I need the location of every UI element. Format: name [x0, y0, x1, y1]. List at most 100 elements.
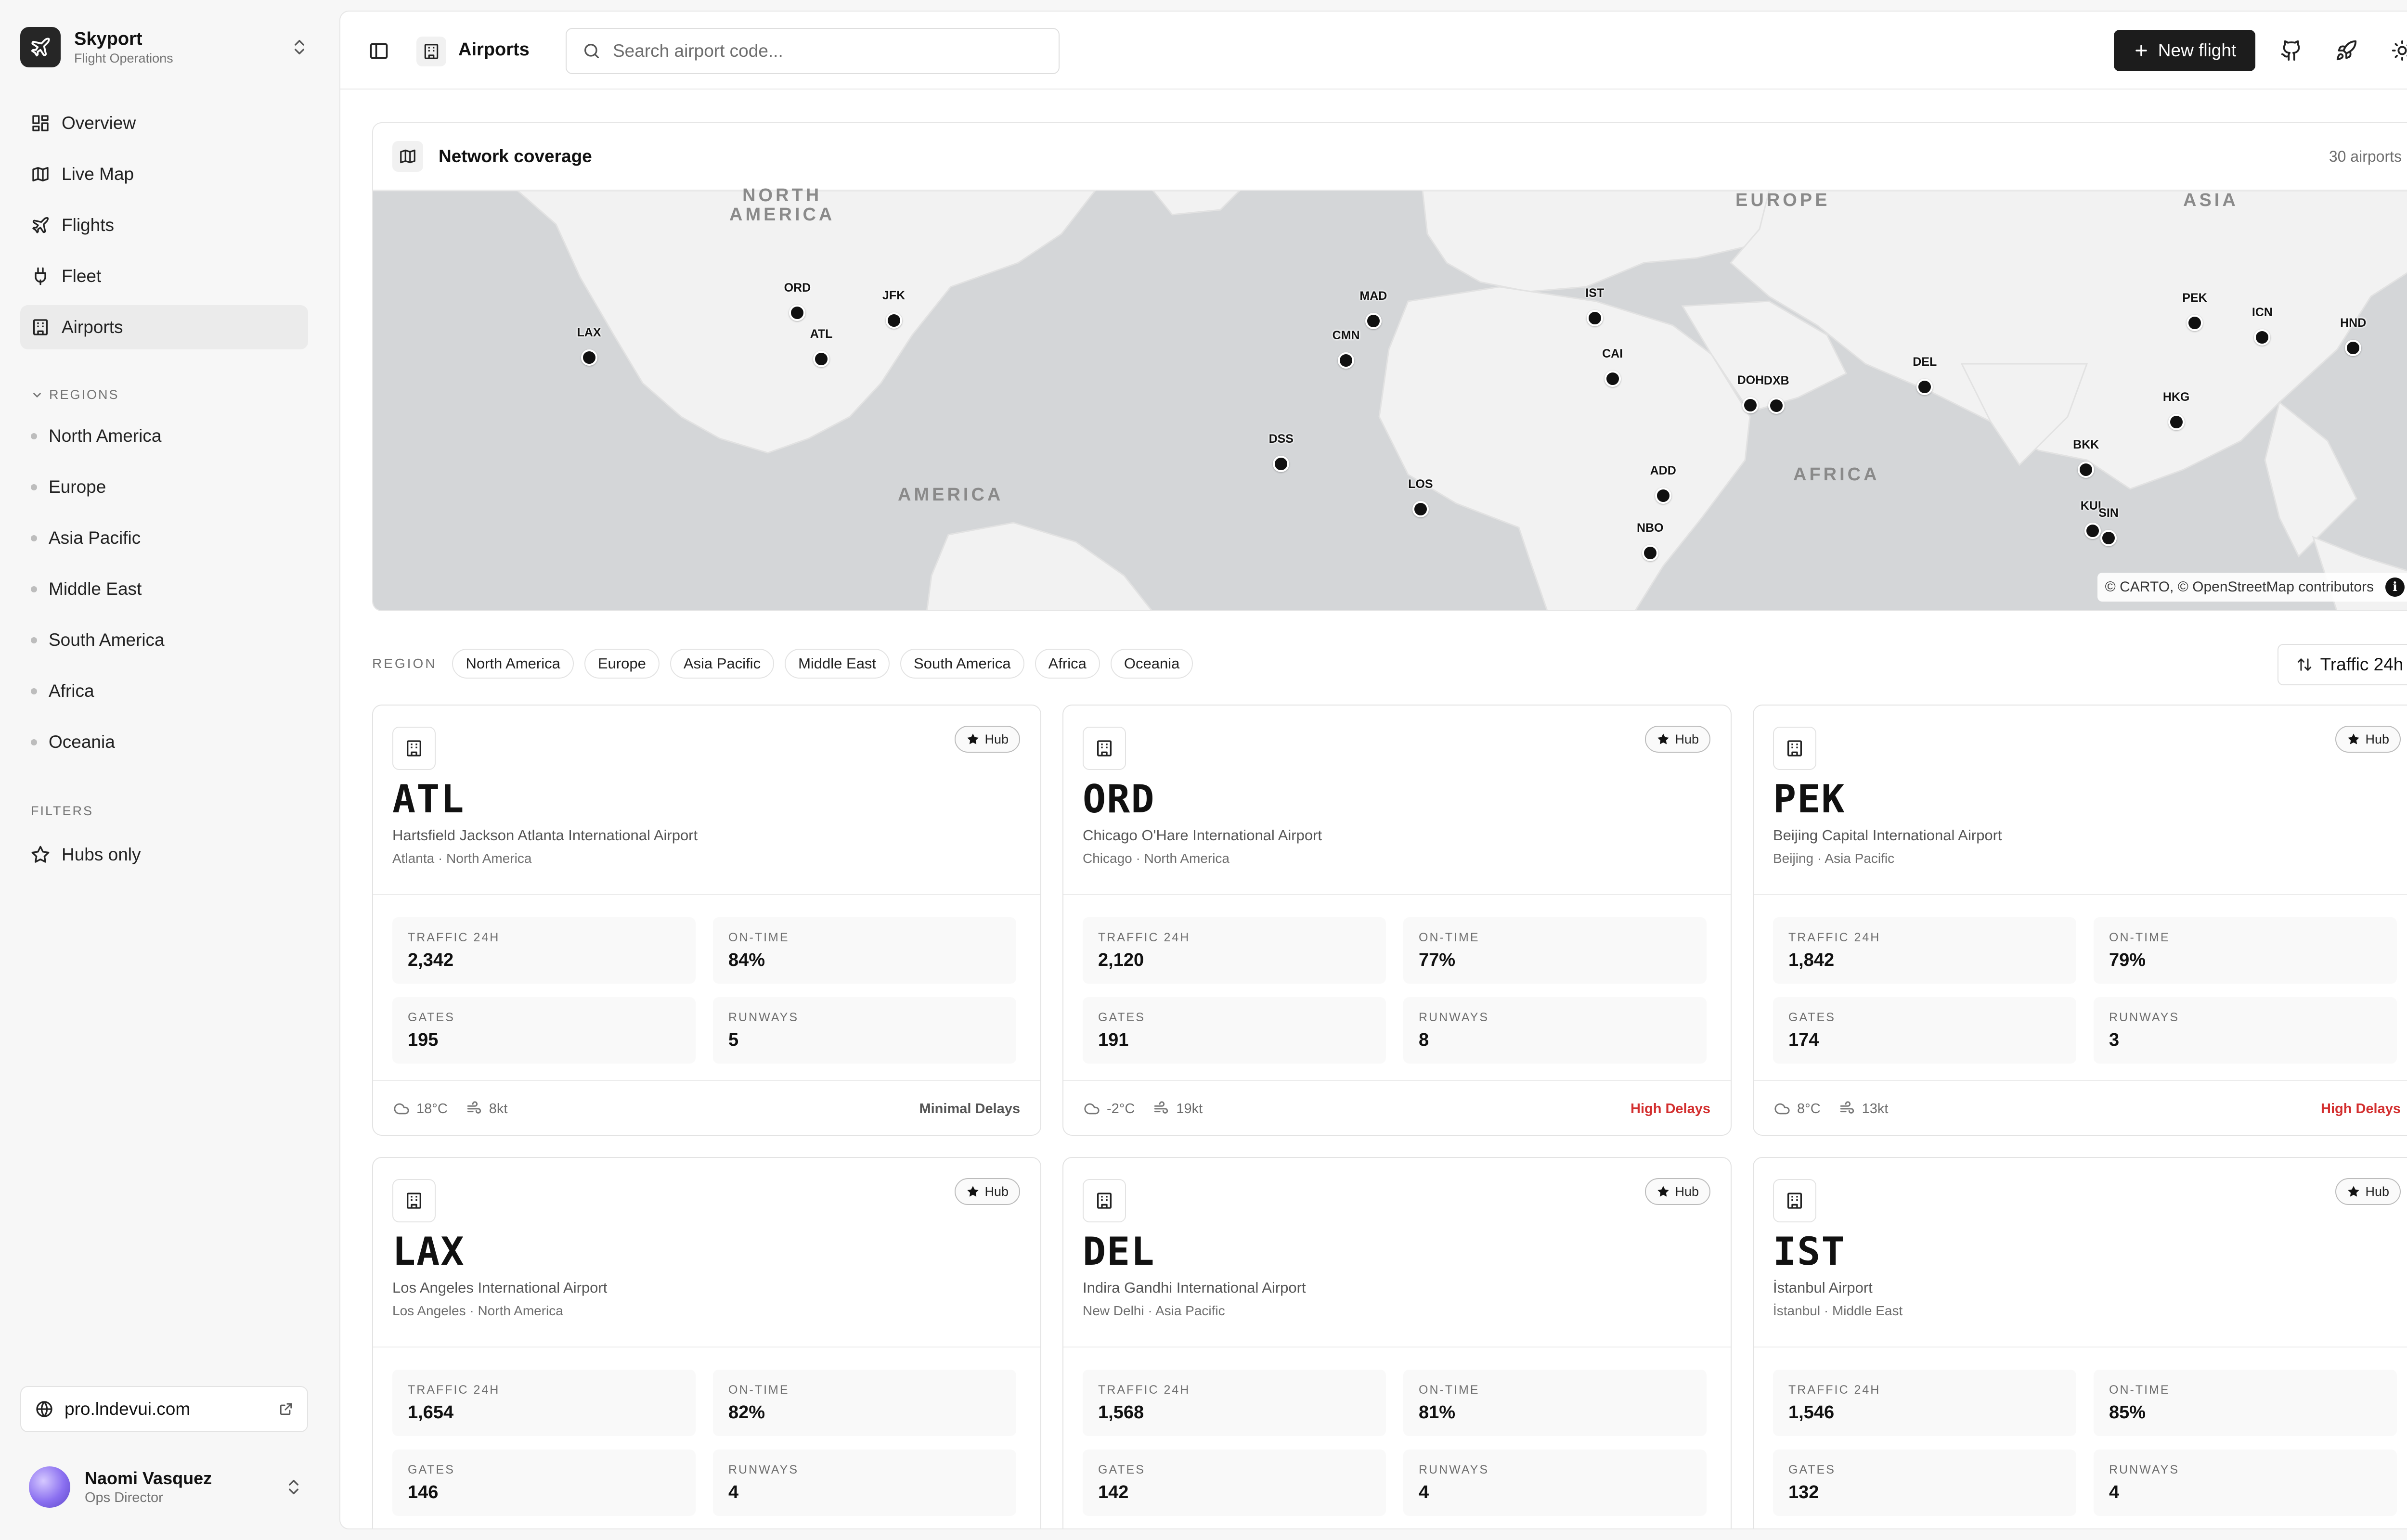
stat-value: 82% [728, 1402, 765, 1423]
airport-card-ist[interactable]: Hub IST İstanbul Airport İstanbul · Midd… [1753, 1157, 2407, 1528]
map-pin-label: ADD [1650, 463, 1676, 477]
nav-item-fleet[interactable]: Fleet [20, 254, 308, 298]
github-icon[interactable] [2280, 39, 2303, 62]
nav-item-flights[interactable]: Flights [20, 203, 308, 247]
map-pin-label: LAX [577, 325, 601, 339]
nav-label: Flights [62, 215, 114, 235]
stat-value: 132 [1788, 1482, 1819, 1502]
site-link[interactable]: pro.lndevui.com [20, 1386, 308, 1432]
sort-traffic-button[interactable]: Traffic 24h [2278, 644, 2407, 685]
main-nav: Overview Live Map Flights Fleet Airports [20, 101, 308, 356]
chip-africa[interactable]: Africa [1035, 649, 1100, 679]
region-item-oceania[interactable]: Oceania [31, 720, 300, 764]
airport-name: Indira Gandhi International Airport [1083, 1279, 1306, 1296]
region-item-north-america[interactable]: North America [31, 414, 300, 458]
world-map[interactable]: NORTH AMERICA EUROPE ASIA AFRICA AMERICA … [373, 186, 2407, 610]
stat-label: GATES [408, 1463, 455, 1476]
airport-name: Chicago O'Hare International Airport [1083, 827, 1322, 844]
chip-south-america[interactable]: South America [900, 649, 1024, 679]
rocket-icon[interactable] [2335, 39, 2357, 62]
new-flight-button[interactable]: New flight [2114, 30, 2255, 71]
search-box[interactable] [566, 28, 1060, 74]
stat-label: RUNWAYS [728, 1463, 799, 1476]
sun-icon[interactable] [2391, 39, 2407, 62]
airport-location: Beijing · Asia Pacific [1773, 851, 1895, 866]
site-link-label: pro.lndevui.com [65, 1399, 191, 1419]
region-item-africa[interactable]: Africa [31, 669, 300, 713]
page-title: Airports [458, 39, 530, 60]
region-item-middle-east[interactable]: Middle East [31, 567, 300, 611]
chip-europe[interactable]: Europe [584, 649, 660, 679]
map-pin-dot [2084, 522, 2101, 539]
nav-item-overview[interactable]: Overview [20, 101, 308, 145]
building-icon [392, 1179, 436, 1222]
user-menu[interactable]: Naomi Vasquez Ops Director [29, 1463, 303, 1511]
stat-label: ON-TIME [2109, 931, 2170, 944]
hub-badge: Hub [1645, 726, 1710, 753]
airport-card-lax[interactable]: Hub LAX Los Angeles International Airpor… [372, 1157, 1041, 1528]
stat-gates: GATES 195 [392, 997, 696, 1064]
external-link-icon [280, 1403, 292, 1415]
stat-label: RUNWAYS [728, 1011, 799, 1024]
stat-value: 77% [1419, 950, 1456, 970]
info-icon[interactable]: i [2385, 578, 2405, 597]
stat-value: 174 [1788, 1030, 1819, 1050]
stat-value: 1,654 [408, 1402, 454, 1423]
workspace-switcher[interactable]: Skyport Flight Operations [20, 23, 309, 71]
chevron-down-icon [33, 392, 41, 398]
airport-card-ord[interactable]: Hub ORD Chicago O'Hare International Air… [1062, 705, 1732, 1136]
temperature: -2°C [1107, 1101, 1135, 1116]
chip-asia-pacific[interactable]: Asia Pacific [670, 649, 775, 679]
hub-label: Hub [2365, 732, 2389, 746]
map-pin-dot [1655, 487, 1671, 504]
map-label-europe: EUROPE [1735, 190, 1830, 210]
bullet-dot [31, 637, 37, 643]
airport-location: Los Angeles · North America [392, 1303, 563, 1318]
chip-north-america[interactable]: North America [452, 649, 574, 679]
stat-runways: RUNWAYS 8 [1403, 997, 1707, 1064]
hub-badge: Hub [2335, 1178, 2401, 1205]
nav-label: Fleet [62, 266, 102, 286]
region-item-south-america[interactable]: South America [31, 618, 300, 662]
map-label-asia: ASIA [2183, 190, 2239, 210]
region-item-asia-pacific[interactable]: Asia Pacific [31, 516, 300, 560]
section-label-regions: REGIONS [49, 387, 119, 402]
map-pin-label: DOH [1737, 373, 1764, 387]
map-pin-label: IST [1585, 286, 1605, 300]
chip-middle-east[interactable]: Middle East [785, 649, 890, 679]
building-icon [1083, 1179, 1126, 1222]
building-icon [1773, 1179, 1816, 1222]
delay-status: Minimal Delays [919, 1101, 1020, 1116]
nav-item-live-map[interactable]: Live Map [20, 152, 308, 196]
filter-hubs-only[interactable]: Hubs only [31, 833, 141, 877]
stat-gates: GATES 132 [1773, 1450, 2076, 1516]
map-pin-label: CAI [1602, 346, 1623, 360]
map-pin-label: SIN [2098, 506, 2119, 520]
region-filter-bar: REGION North America Europe Asia Pacific… [372, 642, 1204, 685]
map-pin-dot [1365, 312, 1382, 329]
map-pin-label: JFK [882, 288, 906, 302]
region-item-europe[interactable]: Europe [31, 465, 300, 509]
airport-location: New Delhi · Asia Pacific [1083, 1303, 1225, 1318]
airport-location: İstanbul · Middle East [1773, 1303, 1903, 1318]
stat-on-time: ON-TIME 82% [713, 1370, 1016, 1436]
regions-section-toggle[interactable]: REGIONS [31, 387, 119, 402]
temperature: 18°C [416, 1101, 448, 1116]
stat-label: RUNWAYS [1419, 1463, 1489, 1476]
map-pin-dot [1642, 544, 1658, 561]
airport-card-atl[interactable]: Hub ATL Hartsfield Jackson Atlanta Inter… [372, 705, 1041, 1136]
chip-oceania[interactable]: Oceania [1110, 649, 1193, 679]
region-label: South America [49, 630, 165, 650]
search-icon [584, 44, 599, 59]
search-input[interactable] [613, 41, 1059, 61]
hub-label: Hub [984, 732, 1009, 746]
nav-item-airports[interactable]: Airports [20, 305, 308, 349]
airport-card-pek[interactable]: Hub PEK Beijing Capital International Ai… [1753, 705, 2407, 1136]
airport-card-del[interactable]: Hub DEL Indira Gandhi International Airp… [1062, 1157, 1732, 1528]
region-label: Middle East [49, 579, 142, 599]
app-subtitle: Flight Operations [74, 51, 173, 65]
sidebar: Skyport Flight Operations Overview Live … [0, 0, 339, 1540]
sidebar-toggle-icon[interactable] [368, 40, 389, 62]
star-filled-icon [1657, 733, 1669, 744]
hub-label: Hub [1675, 1184, 1699, 1199]
